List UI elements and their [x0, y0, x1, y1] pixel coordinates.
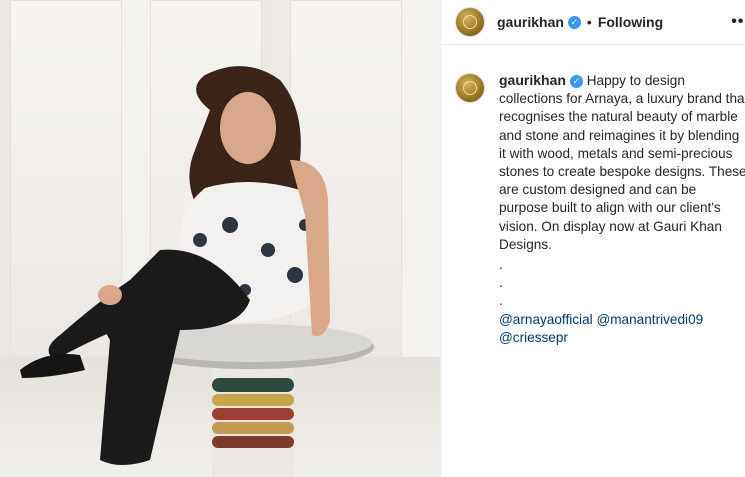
caption-body: gaurikhan ✓ Happy to design collections f…	[499, 71, 745, 347]
caption-username[interactable]: gaurikhan	[499, 72, 566, 88]
caption-dots: . . .	[499, 256, 745, 311]
caption-dot: .	[499, 275, 503, 291]
header-separator: •	[586, 14, 592, 30]
header-username[interactable]: gaurikhan	[497, 14, 564, 30]
post-caption: gaurikhan ✓ Happy to design collections f…	[441, 45, 745, 347]
caption-avatar[interactable]	[455, 73, 485, 103]
verified-badge-icon: ✓	[569, 74, 583, 88]
photo-subject	[20, 66, 374, 477]
verified-badge-icon: ✓	[567, 15, 581, 29]
caption-mentions: @arnayaofficial @manantrivedi09 @criesse…	[499, 311, 745, 347]
mention-link[interactable]: @arnayaofficial	[499, 312, 593, 327]
mention-link[interactable]: @criessepr	[499, 330, 568, 345]
caption-dot: .	[499, 293, 503, 309]
instagram-post: gaurikhan ✓ • Following ••• gaurikhan✓ H…	[0, 0, 745, 477]
following-button[interactable]: Following	[598, 14, 663, 30]
post-sidebar: gaurikhan ✓ • Following ••• gaurikhan✓ H…	[440, 0, 745, 477]
mention-link[interactable]: @manantrivedi09	[596, 312, 703, 327]
post-header: gaurikhan ✓ • Following •••	[441, 0, 745, 45]
post-photo[interactable]	[0, 0, 440, 477]
caption-text: Happy to design collections for Arnaya, …	[499, 73, 745, 252]
profile-avatar[interactable]	[455, 7, 485, 37]
more-options-icon[interactable]: •••	[731, 13, 745, 31]
caption-dot: .	[499, 257, 503, 273]
